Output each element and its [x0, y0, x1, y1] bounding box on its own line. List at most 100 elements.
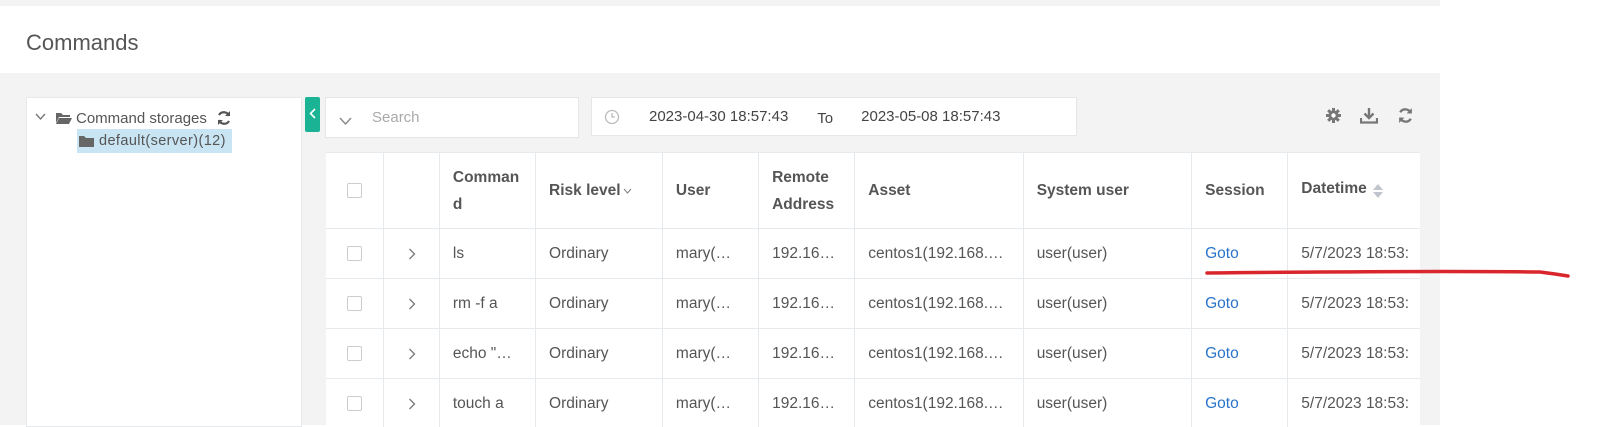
session-goto-link[interactable]: Goto — [1205, 245, 1239, 263]
chevron-down-icon[interactable] — [35, 112, 51, 124]
session-goto-link[interactable]: Goto — [1205, 395, 1239, 413]
clock-icon — [592, 109, 632, 125]
column-header-session[interactable]: Session — [1192, 153, 1289, 228]
chevron-left-icon — [309, 107, 316, 122]
start-date-input[interactable]: 2023-04-30 18:57:43 — [649, 108, 788, 125]
table-row[interactable]: ls Ordinary mary(… 192.16… centos1(192.168.…… — [326, 229, 1420, 279]
page-title: Commands — [26, 30, 139, 55]
download-icon[interactable] — [1359, 105, 1379, 125]
select-all-cell — [326, 153, 385, 228]
system-user-cell: user(user) — [1024, 329, 1193, 378]
risk-level-cell: Ordinary — [536, 229, 663, 278]
search-box[interactable]: Search — [325, 97, 579, 138]
chevron-right-icon[interactable] — [408, 298, 416, 310]
refresh-icon[interactable] — [216, 110, 232, 126]
expand-header-cell — [384, 153, 440, 228]
user-cell: mary(… — [663, 229, 760, 278]
asset-cell: centos1(192.168.… — [855, 229, 1024, 278]
column-header-user[interactable]: User — [663, 153, 760, 228]
system-user-cell: user(user) — [1024, 279, 1193, 328]
sort-icon[interactable] — [1372, 183, 1383, 198]
row-checkbox[interactable] — [347, 246, 363, 261]
command-cell: ls — [440, 229, 537, 278]
search-input[interactable]: Search — [372, 109, 420, 126]
risk-level-cell: Ordinary — [536, 279, 663, 328]
datetime-cell: 5/7/2023 18:53: — [1301, 244, 1410, 262]
page-header: Commands — [0, 6, 1440, 73]
row-select-cell — [326, 329, 385, 378]
column-header-asset[interactable]: Asset — [855, 153, 1024, 228]
asset-cell: centos1(192.168.… — [855, 279, 1024, 328]
chevron-right-icon[interactable] — [408, 248, 416, 260]
column-header-command[interactable]: Comman d — [440, 153, 537, 228]
user-cell: mary(… — [663, 329, 760, 378]
asset-cell: centos1(192.168.… — [855, 329, 1024, 378]
chevron-right-icon[interactable] — [408, 348, 416, 360]
remote-header-line1: Remote — [772, 168, 829, 186]
row-checkbox[interactable] — [347, 396, 363, 411]
command-cell: rm -f a — [440, 279, 537, 328]
tree-root-label: Command storages — [76, 109, 207, 127]
risk-level-cell: Ordinary — [536, 329, 663, 378]
column-header-datetime[interactable]: Datetime — [1288, 153, 1420, 228]
risk-level-header-label: Risk level — [549, 182, 621, 199]
datetime-cell: 5/7/2023 18:53: — [1301, 294, 1410, 312]
app-container: Commands Command storages default(server… — [0, 0, 1440, 427]
select-all-checkbox[interactable] — [347, 183, 363, 198]
chevron-down-icon[interactable] — [326, 111, 364, 125]
row-checkbox[interactable] — [347, 346, 363, 361]
session-goto-link[interactable]: Goto — [1205, 345, 1239, 363]
datetime-cell: 5/7/2023 18:53: — [1301, 344, 1410, 362]
tree-node-label: default(server)(12) — [99, 133, 226, 149]
system-user-cell: user(user) — [1024, 379, 1193, 427]
table-row[interactable]: echo "… Ordinary mary(… 192.16… centos1(192.… — [326, 329, 1420, 379]
filter-chevron-icon[interactable] — [623, 188, 632, 194]
remote-address-cell: 192.16… — [759, 229, 856, 278]
datetime-cell: 5/7/2023 18:53: — [1301, 394, 1410, 412]
session-cell: Goto — [1192, 329, 1289, 378]
session-cell: Goto — [1192, 379, 1289, 427]
row-select-cell — [326, 279, 385, 328]
session-cell: Goto — [1192, 229, 1289, 278]
row-expand-cell — [384, 379, 440, 427]
datetime-header-label: Datetime — [1301, 180, 1367, 197]
remote-address-cell: 192.16… — [759, 279, 856, 328]
refresh-icon[interactable] — [1395, 105, 1415, 125]
session-goto-link[interactable]: Goto — [1205, 295, 1239, 313]
column-header-system-user[interactable]: System user — [1024, 153, 1193, 228]
tree-node-default-server[interactable]: default(server)(12) — [77, 129, 232, 153]
column-header-risk-level[interactable]: Risk level — [536, 153, 663, 228]
table-header-row: Comman d Risk level User Remote Address As… — [326, 153, 1420, 229]
table-row[interactable]: touch a Ordinary mary(… 192.16… centos1(192.… — [326, 379, 1420, 427]
chevron-right-icon[interactable] — [408, 398, 416, 410]
row-checkbox[interactable] — [347, 296, 363, 311]
user-cell: mary(… — [663, 379, 760, 427]
row-expand-cell — [384, 279, 440, 328]
column-header-remote-address[interactable]: Remote Address — [759, 153, 856, 228]
table-row[interactable]: rm -f a Ordinary mary(… 192.16… centos1(192.… — [326, 279, 1420, 329]
date-range-picker[interactable]: 2023-04-30 18:57:43 To 2023-05-08 18:57:… — [591, 97, 1077, 136]
gear-icon[interactable] — [1323, 105, 1343, 125]
remote-address-cell: 192.16… — [759, 329, 856, 378]
user-cell: mary(… — [663, 279, 760, 328]
session-cell: Goto — [1192, 279, 1289, 328]
row-select-cell — [326, 379, 385, 427]
end-date-input[interactable]: 2023-05-08 18:57:43 — [861, 108, 1000, 125]
remote-address-cell: 192.16… — [759, 379, 856, 427]
storage-tree-panel: Command storages default(server)(12) — [26, 97, 302, 427]
folder-icon — [79, 135, 95, 147]
command-header-line1: Comman — [452, 168, 520, 186]
row-expand-cell — [384, 229, 440, 278]
row-expand-cell — [384, 329, 440, 378]
folder-open-icon — [55, 111, 73, 125]
asset-cell: centos1(192.168.… — [855, 379, 1024, 427]
collapse-tree-button[interactable] — [305, 97, 320, 132]
remote-header-line2: Address — [772, 195, 835, 213]
commands-table: Comman d Risk level User Remote Address As… — [326, 152, 1420, 427]
system-user-cell: user(user) — [1024, 229, 1193, 278]
command-cell: touch a — [440, 379, 537, 427]
row-select-cell — [326, 229, 385, 278]
command-header-line2: d — [452, 195, 463, 213]
date-separator: To — [817, 110, 834, 127]
tree-root-node[interactable]: Command storages — [35, 108, 232, 128]
